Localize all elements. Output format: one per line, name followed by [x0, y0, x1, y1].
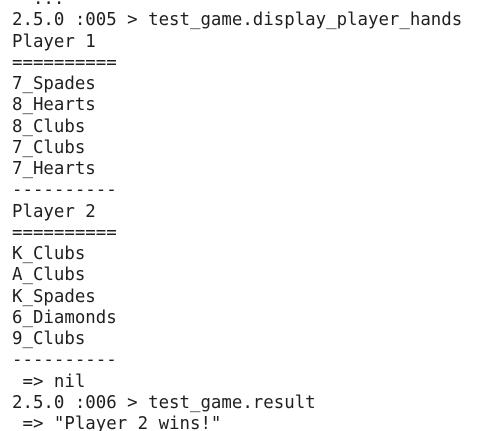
separator-line: ----------	[12, 180, 117, 201]
return-value-line: => "Player 2 wins!"	[12, 414, 222, 431]
terminal-line: ...	[12, 0, 462, 10]
separator-line: ----------	[12, 350, 117, 371]
separator-line: ==========	[12, 222, 117, 243]
card-entry: 8_Hearts	[12, 95, 96, 116]
prompt-line: 2.5.0 :005 > test_game.display_player_ha…	[12, 10, 463, 31]
card-entry: K_Spades	[12, 286, 96, 307]
return-value-line: => nil	[12, 371, 86, 392]
card-entry: 6_Diamonds	[12, 307, 117, 328]
card-entry: 7_Hearts	[12, 159, 96, 179]
terminal-output: ... 2.5.0 :005 > test_game.display_playe…	[12, 0, 462, 431]
player-heading: Player 1	[12, 31, 96, 52]
terminal-window[interactable]: ... 2.5.0 :005 > test_game.display_playe…	[0, 0, 500, 431]
card-entry: 9_Clubs	[12, 329, 86, 349]
prompt-line: 2.5.0 :006 > test_game.result	[12, 392, 316, 413]
separator-line: ==========	[12, 52, 117, 73]
card-entry: K_Clubs	[12, 244, 86, 264]
card-entry: A_Clubs	[12, 265, 86, 286]
card-entry: 7_Clubs	[12, 137, 86, 158]
card-entry: 8_Clubs	[12, 116, 86, 137]
card-entry: 7_Spades	[12, 74, 96, 94]
player-heading: Player 2	[12, 201, 96, 222]
